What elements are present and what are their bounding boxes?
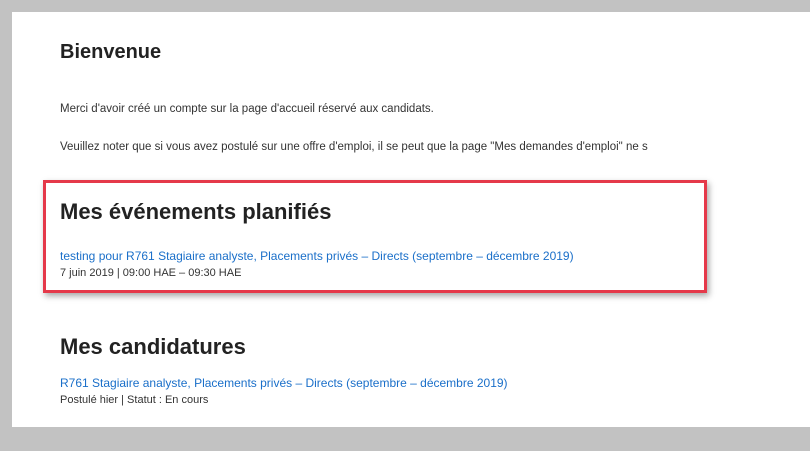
content-area: Bienvenue Merci d'avoir créé un compte s…	[60, 12, 810, 427]
application-status: Postulé hier | Statut : En cours	[60, 394, 209, 406]
main-panel: Bienvenue Merci d'avoir créé un compte s…	[12, 12, 810, 427]
scheduled-events-title: Mes événements planifiés	[60, 199, 332, 224]
welcome-paragraph-1: Merci d'avoir créé un compte sur la page…	[60, 103, 434, 115]
welcome-paragraph-2: Veuillez noter que si vous avez postulé …	[60, 141, 648, 153]
applications-title: Mes candidatures	[60, 334, 246, 359]
event-link[interactable]: testing pour R761 Stagiaire analyste, Pl…	[60, 249, 574, 263]
application-link[interactable]: R761 Stagiaire analyste, Placements priv…	[60, 376, 508, 390]
event-datetime: 7 juin 2019 | 09:00 HAE – 09:30 HAE	[60, 267, 242, 279]
welcome-title: Bienvenue	[60, 41, 162, 63]
